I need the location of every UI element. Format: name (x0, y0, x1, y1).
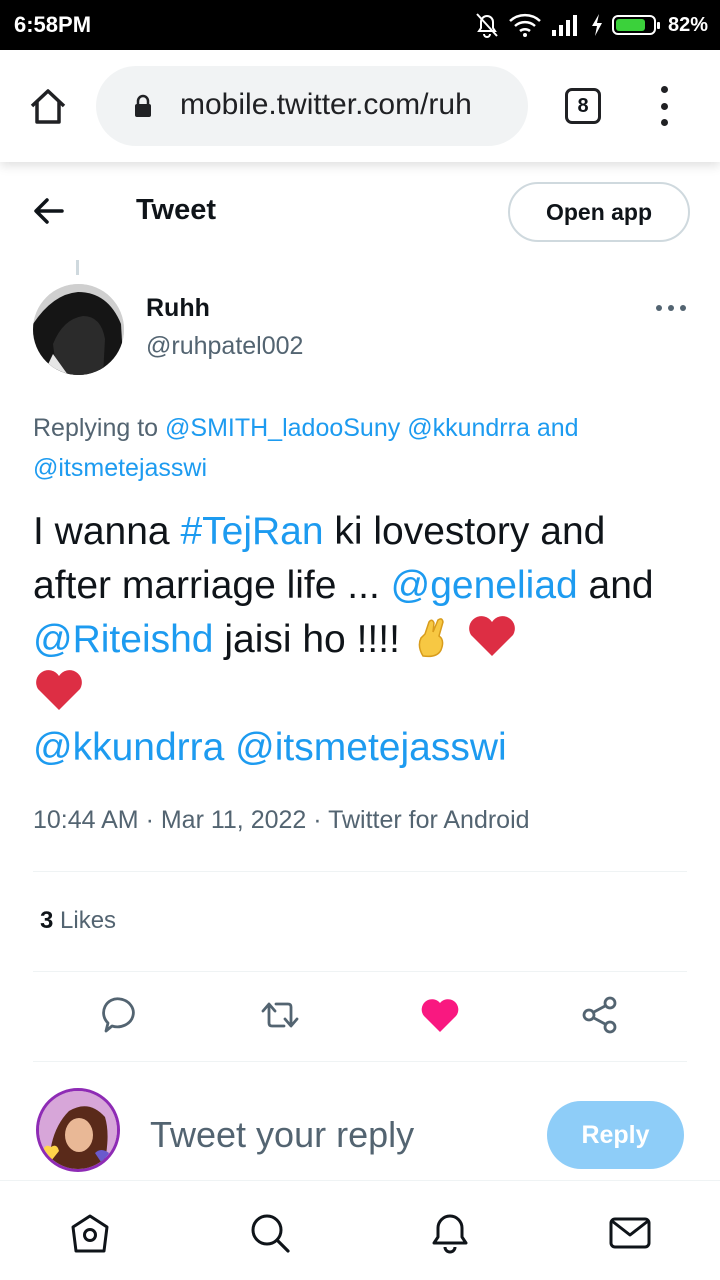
open-app-button[interactable]: Open app (508, 182, 690, 242)
replying-mention-link[interactable]: @itsmetejasswi (33, 454, 207, 482)
replying-to-line: Replying to @SMITH_ladooSuny @kkundrra a… (33, 408, 673, 488)
author-avatar[interactable] (33, 284, 124, 375)
back-arrow-icon[interactable] (30, 192, 68, 230)
mention-link[interactable]: @itsmetejasswi (235, 726, 506, 769)
lock-icon (135, 94, 151, 117)
tab-switcher-button[interactable]: 8 (565, 88, 601, 124)
divider (33, 871, 687, 872)
likes-count[interactable]: 3 Likes (40, 907, 116, 935)
replying-mention-link[interactable]: @kkundrra (407, 414, 530, 442)
reply-button[interactable]: Reply (547, 1101, 684, 1169)
battery-icon (611, 15, 660, 35)
author-name[interactable]: Ruhh (146, 294, 210, 323)
mention-link[interactable]: @Riteishd (33, 618, 214, 661)
wifi-icon (509, 13, 541, 37)
tweet-header: Tweet Open app (0, 162, 720, 260)
divider (33, 1061, 687, 1062)
thread-connector-line (76, 260, 79, 275)
mention-link[interactable]: @kkundrra (33, 726, 224, 769)
replying-prefix: Replying to (33, 414, 159, 442)
retweet-icon[interactable] (260, 995, 300, 1035)
likes-label: Likes (60, 907, 117, 934)
red-heart-emoji-icon (36, 670, 82, 710)
tweet-text: I wanna #TejRan ki lovestory and after m… (33, 505, 693, 775)
red-heart-emoji-icon (468, 616, 515, 656)
reply-icon[interactable] (100, 995, 140, 1035)
battery-fill (615, 19, 646, 31)
tweet-text-part: jaisi ho !!!! (213, 618, 411, 661)
browser-toolbar: mobile.twitter.com/ruh 8 (0, 50, 720, 162)
tweet-timestamp[interactable]: 10:44 AM · Mar 11, 2022 · Twitter for An… (33, 806, 530, 835)
reply-input[interactable]: Tweet your reply (150, 1114, 414, 1156)
tweet-text-part: and (577, 564, 654, 607)
signal-icon (551, 15, 577, 36)
home-nav-icon[interactable] (68, 1211, 112, 1255)
like-icon[interactable] (420, 995, 460, 1035)
messages-nav-icon[interactable] (608, 1211, 652, 1255)
replying-and-link[interactable]: and (537, 414, 579, 442)
status-bar: 6:58PM 82% (0, 0, 720, 50)
tweet-text-part: I wanna (33, 510, 181, 553)
divider (33, 971, 687, 972)
hashtag-link[interactable]: #TejRan (180, 510, 323, 553)
page-title: Tweet (136, 194, 217, 226)
home-icon[interactable] (28, 86, 68, 126)
tweet-actions (0, 995, 720, 1041)
address-bar[interactable]: mobile.twitter.com/ruh (96, 66, 528, 146)
mention-link[interactable]: @geneliad (391, 564, 578, 607)
charging-icon (591, 14, 602, 36)
url-text[interactable]: mobile.twitter.com/ruh (180, 88, 510, 122)
user-avatar[interactable] (36, 1088, 120, 1172)
status-time: 6:58PM (14, 12, 92, 37)
share-icon[interactable] (580, 995, 620, 1035)
search-nav-icon[interactable] (248, 1211, 292, 1255)
bell-off-icon (476, 13, 498, 38)
battery-percent: 82% (667, 13, 708, 36)
replying-mention-link[interactable]: @SMITH_ladooSuny (165, 414, 400, 442)
status-icons: 82% (474, 10, 708, 40)
notifications-nav-icon[interactable] (428, 1211, 472, 1255)
browser-menu-icon[interactable] (652, 86, 676, 126)
author-handle[interactable]: @ruhpatel002 (146, 332, 303, 361)
more-options-icon[interactable] (656, 302, 686, 314)
crossed-fingers-emoji-icon (418, 618, 444, 658)
bottom-navigation (0, 1180, 720, 1280)
likes-number: 3 (40, 907, 54, 934)
